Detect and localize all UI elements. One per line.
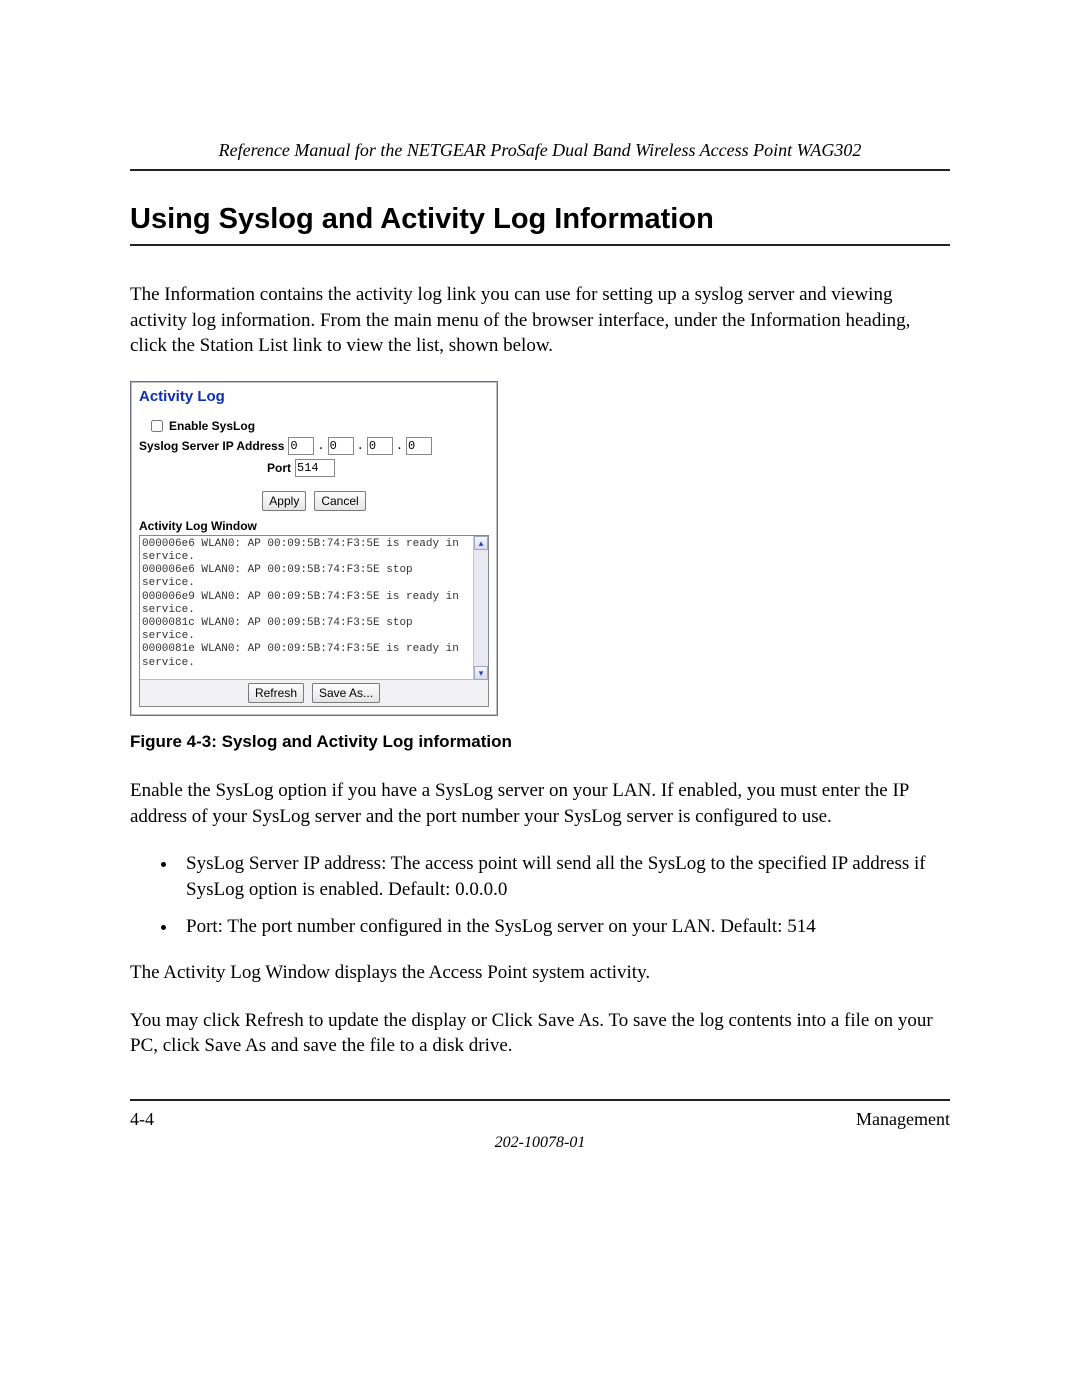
refresh-button[interactable]: Refresh (248, 683, 304, 703)
log-scrollbar[interactable]: ▴ ▾ (473, 536, 488, 680)
dot: . (317, 439, 324, 453)
title-rule (130, 244, 950, 246)
bullet-list: SysLog Server IP address: The access poi… (130, 851, 950, 940)
page-number: 4-4 (130, 1109, 154, 1130)
document-number: 202-10078-01 (130, 1134, 950, 1152)
footer-row: 4-4 Management (130, 1109, 950, 1130)
activity-log-panel: Activity Log Enable SysLog Syslog Server… (130, 381, 498, 716)
ip-octet-4[interactable] (406, 437, 432, 455)
panel-title: Activity Log (131, 382, 497, 415)
activity-log-window: 000006e6 WLAN0: AP 00:09:5B:74:F3:5E is … (139, 535, 489, 707)
enable-syslog-checkbox[interactable] (151, 420, 163, 432)
ip-octet-3[interactable] (367, 437, 393, 455)
list-item: SysLog Server IP address: The access poi… (178, 851, 950, 902)
ip-octet-2[interactable] (328, 437, 354, 455)
figure-caption: Figure 4-3: Syslog and Activity Log info… (130, 732, 950, 752)
port-input[interactable] (295, 459, 335, 477)
apply-button[interactable]: Apply (262, 491, 306, 511)
cancel-button[interactable]: Cancel (314, 491, 365, 511)
list-item: Port: The port number configured in the … (178, 914, 950, 940)
port-label: Port (139, 461, 291, 475)
section-name: Management (856, 1109, 950, 1130)
refresh-paragraph: You may click Refresh to update the disp… (130, 1008, 950, 1059)
saveas-button[interactable]: Save As... (312, 683, 380, 703)
logwin-paragraph: The Activity Log Window displays the Acc… (130, 960, 950, 986)
enable-syslog-label: Enable SysLog (169, 419, 255, 433)
intro-paragraph: The Information contains the activity lo… (130, 282, 950, 359)
scroll-up-icon[interactable]: ▴ (474, 536, 488, 550)
enable-paragraph: Enable the SysLog option if you have a S… (130, 778, 950, 829)
footer-rule (130, 1099, 950, 1101)
scroll-down-icon[interactable]: ▾ (474, 666, 488, 680)
header-rule (130, 169, 950, 171)
dot: . (357, 439, 364, 453)
activity-log-window-header: Activity Log Window (139, 519, 489, 533)
dot: . (396, 439, 403, 453)
activity-log-text: 000006e6 WLAN0: AP 00:09:5B:74:F3:5E is … (140, 536, 488, 679)
section-title: Using Syslog and Activity Log Informatio… (130, 203, 950, 236)
running-header: Reference Manual for the NETGEAR ProSafe… (130, 140, 950, 161)
syslog-ip-label: Syslog Server IP Address (139, 439, 284, 453)
ip-octet-1[interactable] (288, 437, 314, 455)
